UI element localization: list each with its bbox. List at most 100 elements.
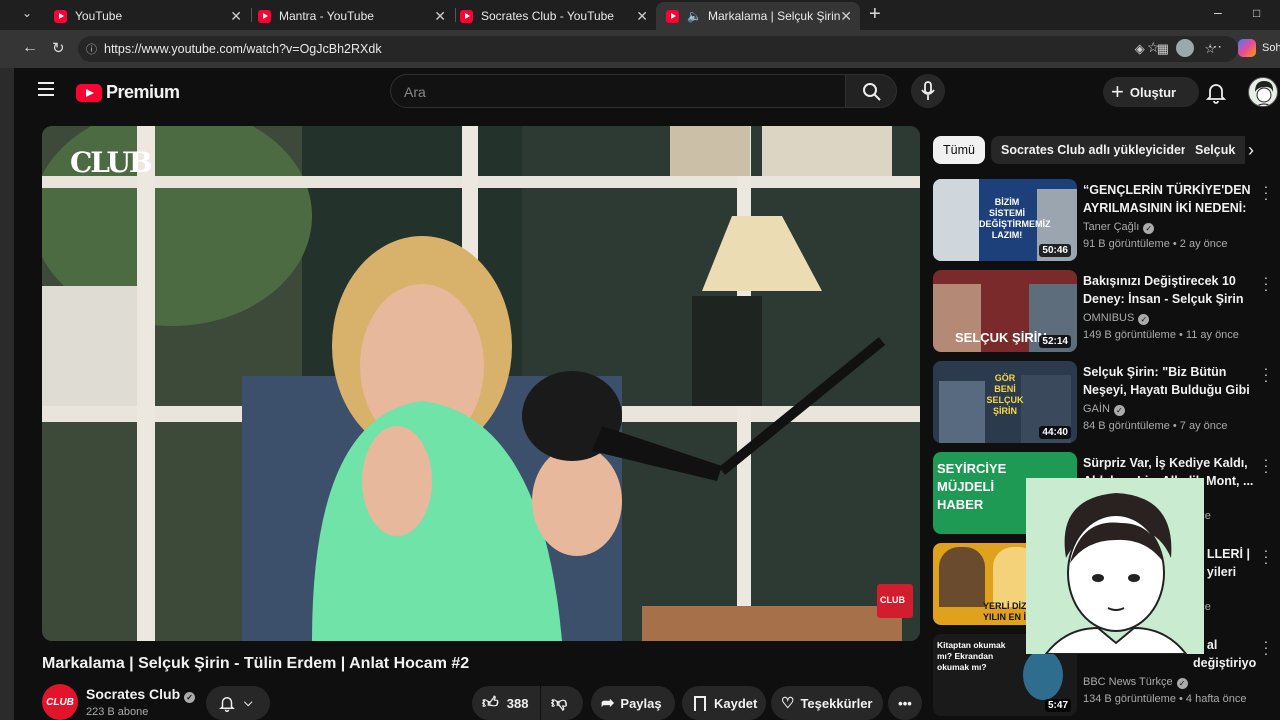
- youtube-page: Premium Ara + Oluştur CLUB CLUB Markalam…: [14, 68, 1280, 720]
- youtube-premium-logo[interactable]: Premium: [76, 82, 180, 103]
- thanks-button[interactable]: ♡ Teşekkürler: [771, 686, 883, 720]
- like-count: 388: [506, 695, 529, 711]
- share-icon: ➦: [601, 695, 615, 712]
- related-title[interactable]: Bakışınızı Değiştirecek 10 Deney: İnsan …: [1083, 272, 1255, 308]
- close-tab-icon[interactable]: ✕: [434, 8, 446, 25]
- related-video[interactable]: GÖR BENİ SELÇUK ŞİRİN 44:40 Selçuk Şirin…: [933, 361, 1273, 445]
- reload-icon[interactable]: ↻: [52, 39, 65, 57]
- bookmark-icon: [694, 695, 706, 711]
- subscribe-bell-button[interactable]: ⌵: [206, 686, 270, 720]
- more-menu-icon[interactable]: ⋯: [1208, 38, 1222, 55]
- browser-toolbar: ← ↻ ⓘ https://www.youtube.com/watch?v=Og…: [0, 30, 1280, 68]
- video-duration: 52:14: [1039, 335, 1071, 348]
- more-vertical-icon[interactable]: · · ·: [1263, 634, 1269, 660]
- address-bar[interactable]: ⓘ https://www.youtube.com/watch?v=OgJcBh…: [78, 36, 1238, 62]
- video-thumbnail[interactable]: SELÇUK ŞİRİN 52:14: [933, 270, 1077, 352]
- close-tab-icon[interactable]: ✕: [840, 8, 852, 25]
- floating-webcam-overlay[interactable]: [1026, 478, 1204, 654]
- verified-icon: ✓: [1138, 314, 1150, 325]
- related-video[interactable]: BİZİM SİSTEMİ DEĞİŞTİRMEMİZ LAZIM! 50:46…: [933, 179, 1273, 263]
- chip-from-uploader[interactable]: Socrates Club adlı yükleyiciden: [991, 136, 1199, 164]
- related-channel[interactable]: Taner Çağlı ✓: [1083, 221, 1155, 234]
- audio-playing-icon[interactable]: 🔈: [687, 9, 702, 23]
- search-input[interactable]: Ara: [390, 74, 846, 108]
- chevron-right-icon[interactable]: ›: [1248, 140, 1254, 161]
- create-button[interactable]: + Oluştur: [1103, 77, 1199, 107]
- video-thumbnail[interactable]: GÖR BENİ SELÇUK ŞİRİN 44:40: [933, 361, 1077, 443]
- youtube-favicon-icon: [460, 9, 473, 23]
- close-tab-icon[interactable]: ✕: [636, 8, 648, 25]
- profile-icon[interactable]: [1176, 39, 1194, 57]
- browser-tab-1[interactable]: YouTube ✕: [44, 2, 250, 30]
- save-label: Kaydet: [714, 695, 758, 711]
- chip-selcuk[interactable]: Selçuk: [1185, 136, 1245, 164]
- more-vertical-icon[interactable]: · · ·: [1263, 452, 1269, 478]
- more-vertical-icon[interactable]: · · ·: [1263, 179, 1269, 205]
- search-button[interactable]: [845, 74, 897, 108]
- save-button[interactable]: Kaydet: [682, 686, 766, 720]
- share-button[interactable]: ➦ Paylaş: [591, 686, 675, 720]
- video-thumbnail[interactable]: BİZİM SİSTEMİ DEĞİŞTİRMEMİZ LAZIM! 50:46: [933, 179, 1077, 261]
- back-icon[interactable]: ←: [22, 39, 38, 57]
- new-tab-icon[interactable]: +: [869, 3, 881, 26]
- dislike-button[interactable]: 👎︎: [541, 686, 583, 720]
- tab-title: YouTube: [75, 9, 123, 23]
- notifications-bell-icon[interactable]: [1204, 80, 1228, 104]
- related-meta: 84 B görüntüleme • 7 ay önce: [1083, 420, 1228, 432]
- more-actions-button[interactable]: •••: [888, 686, 922, 720]
- subscriber-count: 223 B abone: [86, 706, 149, 718]
- like-button[interactable]: 👍︎ 388: [472, 686, 540, 720]
- thumbnail-text: BİZİM SİSTEMİ DEĞİŞTİRMEMİZ LAZIM!: [979, 197, 1051, 240]
- minimize-icon[interactable]: –: [1214, 4, 1222, 20]
- browser-tab-active[interactable]: 🔈 Markalama | Selçuk Şirin - Tülin ✕: [656, 2, 860, 30]
- related-channel[interactable]: GAİN ✓: [1083, 403, 1125, 416]
- bell-icon: [219, 697, 235, 712]
- browser-tab-bar: ⌄ YouTube ✕ Mantra - YouTube ✕ Socrates …: [0, 0, 1280, 30]
- account-avatar[interactable]: [1248, 77, 1278, 107]
- verified-icon: ✓: [1176, 678, 1188, 689]
- tab-list-icon[interactable]: ⌄: [22, 6, 32, 20]
- video-player[interactable]: CLUB CLUB: [42, 126, 920, 641]
- copilot-icon[interactable]: [1238, 39, 1256, 57]
- heart-icon: ♡: [781, 695, 795, 712]
- related-channel[interactable]: BBC News Türkçe ✓: [1083, 676, 1188, 689]
- create-label: Oluştur: [1129, 84, 1177, 100]
- more-vertical-icon[interactable]: · · ·: [1263, 270, 1269, 296]
- tab-title: Mantra - YouTube: [279, 9, 374, 23]
- related-title[interactable]: “GENÇLERİN TÜRKİYE'DEN AYRILMASININ İKİ …: [1083, 181, 1255, 217]
- youtube-favicon-icon: [666, 9, 679, 23]
- menu-icon[interactable]: [38, 82, 54, 96]
- youtube-favicon-icon: [54, 9, 67, 23]
- logo-text: Premium: [106, 82, 180, 102]
- side-panel-edge: [0, 68, 14, 720]
- related-meta: 149 B görüntüleme • 11 ay önce: [1083, 329, 1239, 341]
- related-title[interactable]: Selçuk Şirin: "Biz Bütün Neşeyi, Hayatı …: [1083, 363, 1255, 399]
- chevron-down-icon: ⌵: [244, 696, 253, 709]
- copilot-label[interactable]: Soh: [1262, 42, 1280, 54]
- related-channel-name: Taner Çağlı: [1083, 221, 1140, 233]
- restore-icon[interactable]: □: [1253, 6, 1260, 20]
- video-duration: 50:46: [1039, 244, 1071, 257]
- voice-search-button[interactable]: [911, 74, 945, 108]
- tab-title: Socrates Club - YouTube: [481, 9, 614, 23]
- youtube-favicon-icon: [258, 9, 271, 23]
- channel-avatar[interactable]: CLUB: [42, 684, 78, 720]
- related-video[interactable]: SELÇUK ŞİRİN 52:14 Bakışınızı Değiştirec…: [933, 270, 1273, 354]
- browser-tab-3[interactable]: Socrates Club - YouTube ✕: [450, 2, 656, 30]
- thumbnail-text: SELÇUK ŞİRİN: [955, 330, 1047, 345]
- thumbs-down-icon: 👎︎: [551, 694, 568, 712]
- more-vertical-icon[interactable]: · · ·: [1263, 543, 1269, 569]
- url-text: https://www.youtube.com/watch?v=OgJcBh2R…: [104, 42, 382, 56]
- close-tab-icon[interactable]: ✕: [230, 8, 242, 25]
- browser-tab-2[interactable]: Mantra - YouTube ✕: [248, 2, 454, 30]
- thumbs-up-icon: 👍︎: [482, 694, 499, 712]
- related-channel[interactable]: OMNIBUS ✓: [1083, 312, 1150, 325]
- site-info-icon[interactable]: ⓘ: [86, 41, 97, 57]
- chip-all[interactable]: Tümü: [933, 136, 985, 164]
- video-title: Markalama | Selçuk Şirin - Tülin Erdem |…: [42, 655, 470, 672]
- channel-name-text: Socrates Club: [86, 686, 181, 702]
- verified-icon: ✓: [1113, 405, 1125, 416]
- more-vertical-icon[interactable]: · · ·: [1263, 361, 1269, 387]
- channel-name[interactable]: Socrates Club ✓: [86, 686, 196, 703]
- favorites-icon[interactable]: ☆: [1147, 39, 1160, 56]
